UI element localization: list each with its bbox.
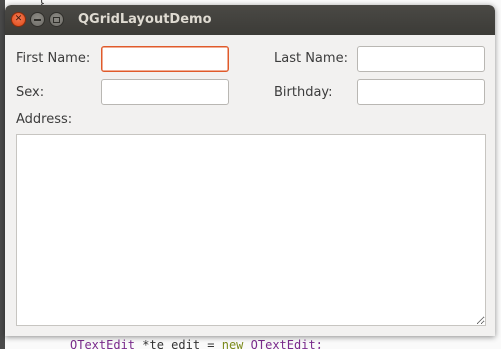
address-label: Address: <box>16 112 73 127</box>
address-textarea[interactable] <box>16 134 486 326</box>
code-line: QTextEdit *te_edit = new QTextEdit; <box>70 338 323 349</box>
first-name-label: First Name: <box>16 51 91 66</box>
minimize-icon[interactable] <box>30 12 45 27</box>
code-keyword: new <box>221 338 244 349</box>
sex-field[interactable] <box>101 79 229 105</box>
code-constructor: QTextEdit; <box>243 338 323 349</box>
birthday-label: Birthday: <box>274 85 333 100</box>
app-window: ✕ QGridLayoutDemo First Name: Last Name:… <box>5 5 495 336</box>
maximize-icon[interactable] <box>49 12 64 27</box>
last-name-field[interactable] <box>357 46 485 72</box>
first-name-field[interactable] <box>101 46 229 72</box>
code-variable: *te_edit = <box>135 338 222 349</box>
birthday-field[interactable] <box>357 79 485 105</box>
sex-label: Sex: <box>16 85 45 100</box>
close-icon[interactable]: ✕ <box>11 12 26 27</box>
last-name-label: Last Name: <box>274 51 348 66</box>
window-title: QGridLayoutDemo <box>78 12 212 27</box>
code-type: QTextEdit <box>70 338 136 349</box>
title-bar[interactable]: ✕ QGridLayoutDemo <box>5 5 495 35</box>
